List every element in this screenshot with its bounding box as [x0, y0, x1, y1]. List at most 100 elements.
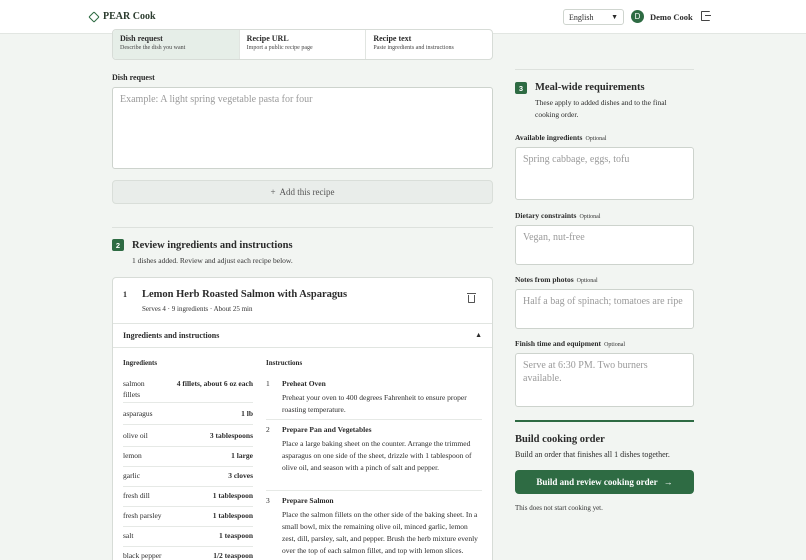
- ingredient-qty: 3 tablespoons: [209, 431, 253, 440]
- review-title: Review ingredients and instructions: [132, 240, 293, 251]
- optional-tag: Optional: [585, 136, 607, 142]
- tab-title: Recipe URL: [246, 34, 289, 43]
- notes-from-photos-label: Notes from photos Optional: [515, 275, 598, 284]
- tab-recipe-url[interactable]: Recipe URL Import a public recipe page: [240, 30, 367, 59]
- optional-tag: Optional: [579, 214, 601, 220]
- field-label: Notes from photos: [515, 275, 574, 284]
- arrow-right-icon: →: [663, 477, 673, 487]
- ingredient-qty: 1 tablespoon: [212, 491, 253, 500]
- ingredient-row: asparagus 1 lb: [123, 409, 253, 425]
- section-accent-bar: [515, 420, 694, 422]
- ingredient-row: fresh dill 1 tablespoon: [123, 491, 253, 507]
- dish-request-label: Dish request: [112, 73, 155, 82]
- ingredient-qty: 1 tablespoon: [212, 511, 253, 520]
- ingredient-name: fresh dill: [123, 491, 150, 500]
- instruction-title: Prepare Pan and Vegetables: [282, 425, 372, 434]
- review-subtitle-text: dishes added. Review and adjust each rec…: [137, 256, 293, 265]
- review-count: 1: [132, 256, 136, 265]
- plus-icon: +: [270, 187, 276, 197]
- language-value: English: [569, 12, 594, 22]
- tab-title: Recipe text: [373, 34, 412, 43]
- username: Demo Cook: [650, 12, 693, 22]
- avatar[interactable]: D: [631, 10, 644, 23]
- leaf-logo-icon: [88, 10, 100, 23]
- step-badge: 3: [515, 82, 527, 94]
- brand-name: PEAR Cook: [103, 11, 156, 22]
- divider: [515, 69, 694, 70]
- ingredient-qty: 1 lb: [241, 409, 253, 418]
- recipe-ingredient-count: 9 ingredients: [171, 305, 209, 313]
- language-select[interactable]: English ▼: [563, 9, 624, 25]
- build-title: Build cooking order: [515, 434, 605, 445]
- dietary-constraints-input[interactable]: Vegan, nut-free: [515, 225, 694, 265]
- ingredient-name: olive oil: [123, 431, 148, 440]
- dish-request-input[interactable]: Example: A light spring vegetable pasta …: [112, 87, 493, 169]
- tab-dish-request[interactable]: Dish request Describe the dish you want: [113, 30, 240, 59]
- divider: [112, 227, 493, 228]
- dietary-constraints-label: Dietary constraints Optional: [515, 211, 600, 220]
- ingredient-row: black pepper 1/2 teaspoon: [123, 551, 253, 560]
- optional-tag: Optional: [604, 342, 626, 348]
- instruction-number: 1: [266, 379, 270, 388]
- recipe-title: Lemon Herb Roasted Salmon with Asparagus: [142, 289, 348, 300]
- instructions-heading: Instructions: [266, 359, 303, 367]
- ingredient-row: olive oil 3 tablespoons: [123, 431, 253, 447]
- tab-recipe-text[interactable]: Recipe text Paste ingredients and instru…: [366, 30, 492, 59]
- ingredient-qty: 1 teaspoon: [219, 531, 253, 540]
- toggle-label: Ingredients and instructions: [123, 331, 220, 340]
- ingredient-name: salt: [123, 531, 134, 540]
- add-recipe-label: Add this recipe: [279, 187, 335, 197]
- ingredient-name: fresh parsley: [123, 511, 162, 520]
- recipe-meta: Serves 4 · 9 ingredients · About 25 min: [142, 305, 253, 313]
- recipe-time: About 25 min: [213, 305, 253, 313]
- build-order-button[interactable]: Build and review cooking order →: [515, 470, 694, 494]
- instruction-title: Preheat Oven: [282, 379, 326, 388]
- input-mode-tabs: Dish request Describe the dish you want …: [112, 29, 493, 60]
- ingredient-name: asparagus: [123, 409, 153, 418]
- chevron-down-icon: ▼: [611, 13, 618, 21]
- brand[interactable]: PEAR Cook: [88, 10, 156, 23]
- ingredient-qty: 1/2 teaspoon: [213, 551, 253, 560]
- instruction-step: 2 Prepare Pan and Vegetables Place a lar…: [266, 425, 482, 491]
- step-badge: 2: [112, 239, 124, 251]
- tab-desc: Paste ingredients and instructions: [373, 45, 454, 51]
- trash-icon[interactable]: [467, 293, 476, 303]
- field-label: Finish time and equipment: [515, 339, 602, 348]
- recipe-serves: Serves 4: [142, 305, 166, 313]
- instruction-body: Place a large baking sheet on the counte…: [282, 439, 472, 472]
- finish-time-input[interactable]: Serve at 6:30 PM. Two burners available.: [515, 353, 694, 407]
- recipe-card: 1 Lemon Herb Roasted Salmon with Asparag…: [112, 277, 493, 560]
- ingredients-heading: Ingredients: [123, 359, 158, 367]
- ingredient-name: salmon fillets: [123, 379, 145, 399]
- instruction-body: Preheat your oven to 400 degrees Fahrenh…: [282, 393, 467, 414]
- requirements-title: Meal-wide requirements: [535, 82, 645, 93]
- ingredient-row: lemon 1 large: [123, 451, 253, 467]
- ingredient-row: salt 1 teaspoon: [123, 531, 253, 547]
- instruction-number: 2: [266, 425, 270, 434]
- ingredient-row: salmon fillets 4 fillets, about 6 oz eac…: [123, 379, 253, 403]
- build-button-label: Build and review cooking order: [536, 477, 658, 487]
- ingredient-qty: 4 fillets, about 6 oz each: [176, 379, 253, 388]
- ingredient-qty: 1 large: [231, 451, 253, 460]
- logout-icon[interactable]: [701, 11, 711, 21]
- notes-from-photos-input[interactable]: Half a bag of spinach; tomatoes are ripe: [515, 289, 694, 329]
- field-label: Available ingredients: [515, 133, 583, 142]
- recipe-index: 1: [123, 290, 127, 299]
- build-subtitle: Build an order that finishes all 1 dishe…: [515, 450, 670, 459]
- ingredient-name: lemon: [123, 451, 142, 460]
- instruction-body: Place the salmon fillets on the other si…: [282, 510, 478, 555]
- instruction-step: 3 Prepare Salmon Place the salmon fillet…: [266, 496, 482, 560]
- instruction-title: Prepare Salmon: [282, 496, 334, 505]
- instruction-number: 3: [266, 496, 270, 505]
- add-recipe-button[interactable]: + Add this recipe: [112, 180, 493, 204]
- ingredients-instructions-toggle[interactable]: Ingredients and instructions ▲: [113, 323, 492, 348]
- available-ingredients-input[interactable]: Spring cabbage, eggs, tofu: [515, 147, 694, 200]
- field-label: Dietary constraints: [515, 211, 577, 220]
- optional-tag: Optional: [576, 278, 598, 284]
- ingredient-name: black pepper: [123, 551, 162, 560]
- review-subtitle: 1 dishes added. Review and adjust each r…: [132, 255, 293, 266]
- build-note: This does not start cooking yet.: [515, 504, 603, 512]
- instruction-step: 1 Preheat Oven Preheat your oven to 400 …: [266, 379, 482, 420]
- available-ingredients-label: Available ingredients Optional: [515, 133, 606, 142]
- finish-time-label: Finish time and equipment Optional: [515, 339, 625, 348]
